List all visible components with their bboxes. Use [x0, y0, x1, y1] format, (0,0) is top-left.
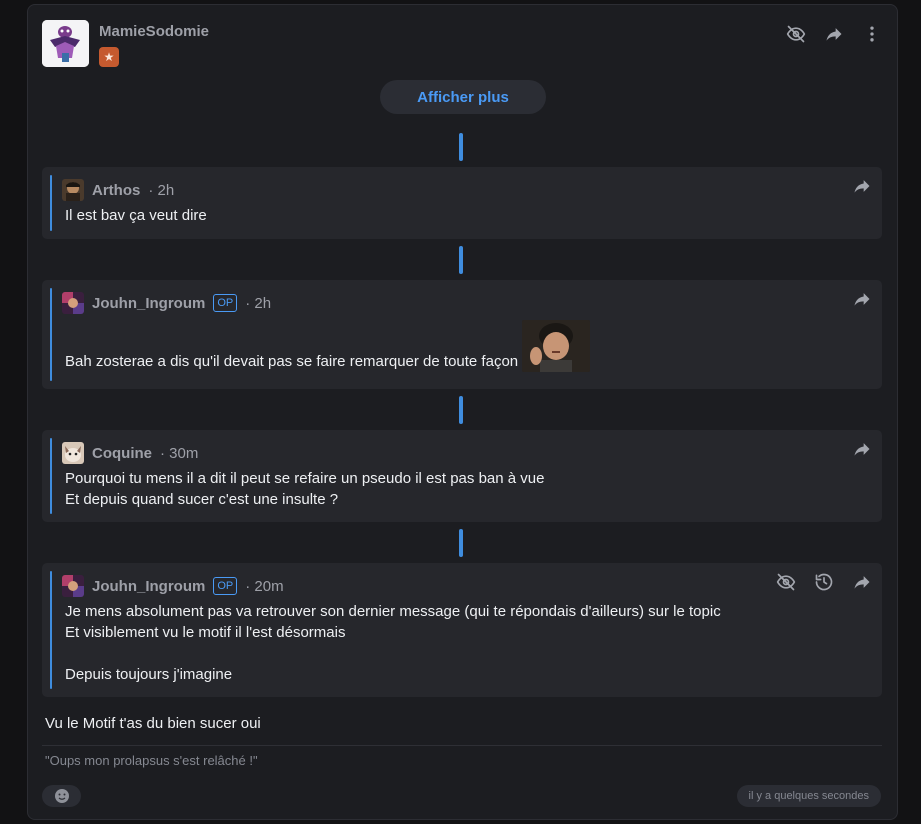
divider	[42, 745, 882, 746]
post-timestamp: il y a quelques secondes	[736, 785, 881, 807]
op-badge: OP	[213, 294, 238, 312]
quote-avatar[interactable]	[62, 179, 84, 201]
quote-line: Pourquoi tu mens il a dit il peut se ref…	[65, 470, 545, 487]
quote-line: Et depuis quand sucer c'est une insulte …	[65, 491, 339, 508]
history-icon[interactable]	[814, 572, 834, 592]
quote-line: Je mens absolument pas va retrouver son …	[65, 603, 721, 620]
quote-text: Pourquoi tu mens il a dit il peut se ref…	[65, 468, 544, 510]
quote-block: Arthos · 2h Il est bav ça veut dire	[42, 167, 882, 239]
quote-time: · 2h	[245, 294, 272, 312]
quote-time: · 20m	[245, 577, 284, 595]
thread-connector	[459, 529, 463, 557]
quote-empty-line	[65, 643, 721, 664]
quote-username[interactable]: Jouhn_Ingroum	[92, 295, 205, 312]
post-card: MamieSodomie ★ Afficher plus Arthos · 2h	[27, 4, 898, 820]
more-vertical-icon[interactable]	[862, 24, 882, 44]
quote-username[interactable]: Coquine	[92, 445, 152, 462]
share-icon[interactable]	[852, 289, 872, 309]
quote-block: Coquine · 30m Pourquoi tu mens il a dit …	[42, 430, 882, 522]
user-avatar[interactable]	[42, 20, 89, 67]
reply-text: Vu le Motif t'as du bien sucer oui	[45, 715, 261, 732]
quote-bar	[50, 438, 52, 514]
quote-time: · 2h	[148, 181, 175, 199]
post-header: MamieSodomie ★	[42, 20, 882, 68]
hide-icon[interactable]	[786, 24, 806, 44]
quote-line: Et visiblement vu le motif il l'est déso…	[65, 624, 346, 641]
hide-icon[interactable]	[776, 572, 796, 592]
post-username[interactable]: MamieSodomie	[99, 23, 209, 40]
star-badge-icon: ★	[99, 47, 119, 67]
share-icon[interactable]	[852, 572, 872, 592]
op-badge: OP	[213, 577, 238, 595]
quote-line: Bah zosterae a dis qu'il devait pas se f…	[65, 353, 519, 370]
quote-line: Il est bav ça veut dire	[65, 207, 207, 224]
quote-avatar[interactable]	[62, 442, 84, 464]
quote-block: Jouhn_Ingroum OP · 2h Bah zosterae a dis…	[42, 280, 882, 389]
quote-text: Il est bav ça veut dire	[65, 205, 207, 226]
quote-bar	[50, 571, 52, 689]
quote-username[interactable]: Jouhn_Ingroum	[92, 578, 205, 595]
share-icon[interactable]	[852, 439, 872, 459]
thread-connector	[459, 246, 463, 274]
quote-username[interactable]: Arthos	[92, 182, 140, 199]
quote-avatar[interactable]	[62, 292, 84, 314]
thread-connector	[459, 133, 463, 161]
signature-text: "Oups mon prolapsus s'est relâché !"	[45, 753, 258, 768]
quote-text: Bah zosterae a dis qu'il devait pas se f…	[65, 320, 591, 372]
quote-block: Jouhn_Ingroum OP · 20m Je mens absolumen…	[42, 563, 882, 697]
quote-bar	[50, 288, 52, 381]
add-reaction-button[interactable]	[42, 785, 81, 807]
quote-avatar[interactable]	[62, 575, 84, 597]
sticker-image	[522, 320, 591, 372]
share-icon[interactable]	[852, 176, 872, 196]
show-more-button[interactable]: Afficher plus	[380, 80, 546, 114]
quote-time: · 30m	[160, 444, 199, 462]
quote-text: Je mens absolument pas va retrouver son …	[65, 601, 721, 685]
quote-bar	[50, 175, 52, 231]
share-icon[interactable]	[824, 24, 844, 44]
quote-line: Depuis toujours j'imagine	[65, 666, 233, 683]
thread-connector	[459, 396, 463, 424]
smiley-icon	[54, 789, 69, 803]
